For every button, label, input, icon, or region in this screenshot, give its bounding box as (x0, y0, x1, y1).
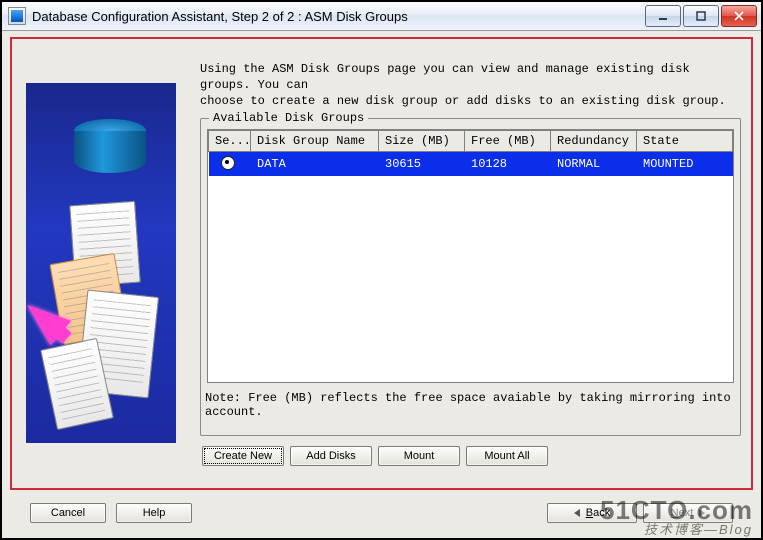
next-label: ext (679, 507, 694, 519)
mount-button[interactable]: Mount (378, 446, 460, 466)
intro-text: Using the ASM Disk Groups page you can v… (200, 61, 741, 110)
table-row[interactable]: DATA 30615 10128 NORMAL MOUNTED (209, 151, 733, 176)
intro-line: choose to create a new disk group or add… (200, 94, 726, 108)
back-button[interactable]: Back (547, 503, 637, 523)
mount-all-button[interactable]: Mount All (466, 446, 548, 466)
col-size[interactable]: Size (MB) (379, 130, 465, 151)
mnemonic: N (671, 507, 679, 519)
mirroring-note: Note: Free (MB) reflects the free space … (205, 391, 736, 419)
table-header-row: Se... Disk Group Name Size (MB) Free (MB… (209, 130, 733, 151)
group-legend: Available Disk Groups (209, 111, 368, 125)
col-free[interactable]: Free (MB) (465, 130, 551, 151)
back-label: ack (593, 507, 610, 519)
minimize-button[interactable] (645, 5, 681, 27)
cell-name: DATA (251, 151, 379, 176)
col-redundancy[interactable]: Redundancy (551, 130, 637, 151)
app-window: Database Configuration Assistant, Step 2… (0, 0, 763, 540)
cell-redundancy: NORMAL (551, 151, 637, 176)
client-area: Using the ASM Disk Groups page you can v… (2, 31, 761, 538)
cell-free: 10128 (465, 151, 551, 176)
help-button[interactable]: Help (116, 503, 192, 523)
wizard-nav: Cancel Help Back Next (10, 498, 753, 528)
maximize-button[interactable] (683, 5, 719, 27)
cell-size: 30615 (379, 151, 465, 176)
chevron-right-icon (699, 509, 705, 517)
action-buttons-row: Create New Add Disks Mount Mount All (200, 446, 741, 466)
col-state[interactable]: State (637, 130, 733, 151)
cancel-button[interactable]: Cancel (30, 503, 106, 523)
row-select-radio[interactable] (209, 151, 251, 176)
app-icon (8, 7, 26, 25)
col-name[interactable]: Disk Group Name (251, 130, 379, 151)
radio-icon (221, 156, 235, 170)
content-pane: Using the ASM Disk Groups page you can v… (200, 61, 741, 478)
add-disks-button[interactable]: Add Disks (290, 446, 372, 466)
wizard-panel: Using the ASM Disk Groups page you can v… (10, 37, 753, 490)
chevron-left-icon (574, 509, 580, 517)
window-title: Database Configuration Assistant, Step 2… (32, 9, 643, 24)
mnemonic: B (586, 507, 593, 519)
intro-line: Using the ASM Disk Groups page you can v… (200, 62, 690, 92)
close-button[interactable] (721, 5, 757, 27)
cell-state: MOUNTED (637, 151, 733, 176)
disk-groups-table[interactable]: Se... Disk Group Name Size (MB) Free (MB… (207, 129, 734, 383)
next-button[interactable]: Next (643, 503, 733, 523)
col-select[interactable]: Se... (209, 130, 251, 151)
disk-groups-box: Available Disk Groups Se... Disk Group N… (200, 118, 741, 436)
window-controls (643, 5, 757, 27)
wizard-illustration (26, 83, 176, 443)
titlebar: Database Configuration Assistant, Step 2… (2, 2, 761, 31)
create-new-button[interactable]: Create New (202, 446, 284, 466)
database-icon (74, 119, 146, 179)
